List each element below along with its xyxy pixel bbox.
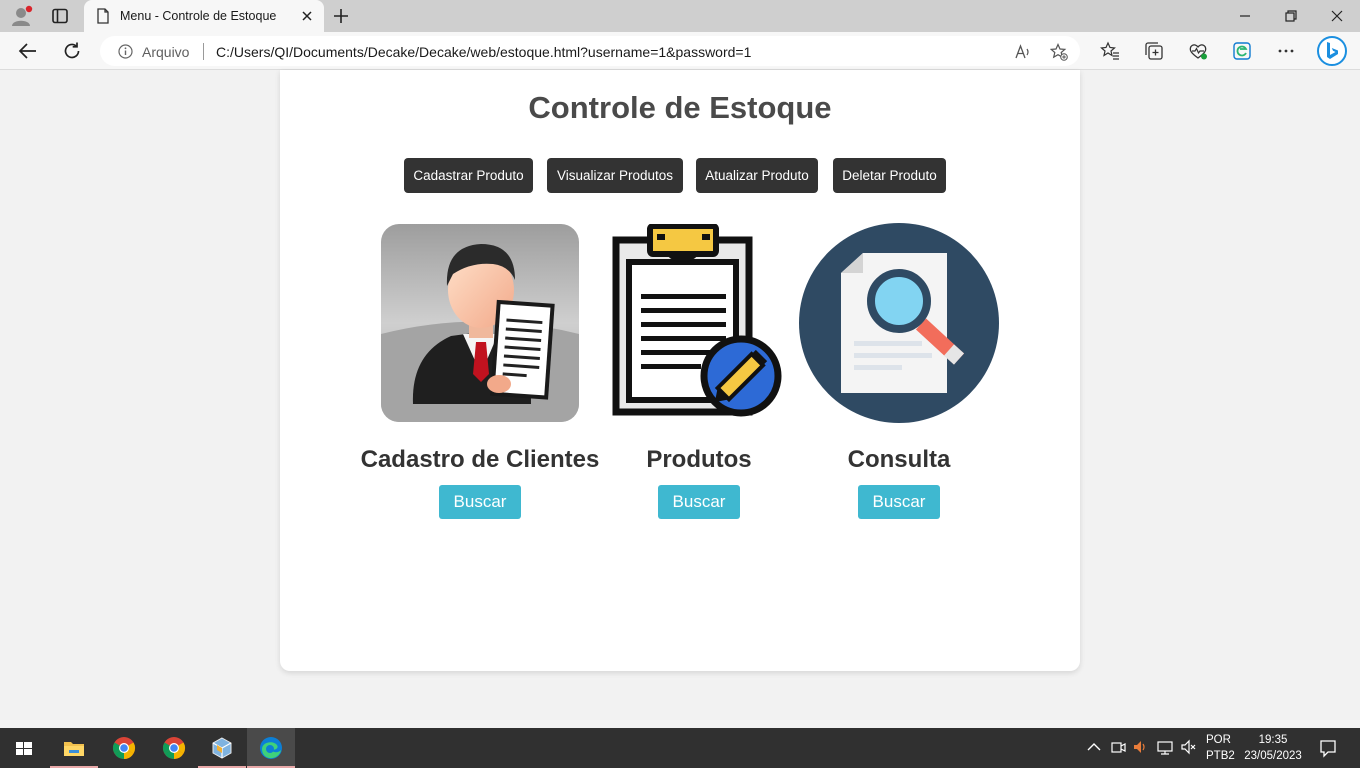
page-icon bbox=[96, 8, 110, 24]
clientes-section-title: Cadastro de Clientes bbox=[360, 446, 600, 473]
consulta-buscar-button[interactable]: Buscar bbox=[858, 485, 940, 519]
mute-icon[interactable] bbox=[1180, 738, 1198, 756]
volume-icon[interactable] bbox=[1131, 738, 1149, 756]
edge-icon[interactable] bbox=[247, 728, 295, 768]
browser-toolbar: Arquivo C:/Users/QI/Documents/Decake/Dec… bbox=[0, 32, 1360, 70]
notification-icon[interactable] bbox=[1318, 738, 1338, 758]
close-icon[interactable] bbox=[300, 9, 314, 23]
file-explorer-icon[interactable] bbox=[50, 728, 98, 768]
chevron-up-icon[interactable] bbox=[1085, 738, 1103, 756]
bing-icon[interactable] bbox=[1316, 35, 1348, 67]
products-clipboard-image bbox=[612, 223, 784, 420]
address-bar[interactable]: Arquivo C:/Users/QI/Documents/Decake/Dec… bbox=[100, 36, 1080, 66]
edge-bar-icon[interactable] bbox=[1232, 41, 1252, 61]
plus-icon[interactable] bbox=[332, 7, 350, 25]
url-text[interactable]: C:/Users/QI/Documents/Decake/Decake/web/… bbox=[216, 44, 751, 60]
language-code: POR bbox=[1206, 734, 1231, 746]
close-window-icon[interactable] bbox=[1314, 0, 1360, 32]
clock-time: 19:35 bbox=[1258, 734, 1288, 746]
chrome-icon[interactable] bbox=[100, 728, 148, 768]
virtualbox-icon[interactable] bbox=[198, 728, 246, 768]
back-arrow-icon[interactable] bbox=[17, 40, 39, 62]
chrome-icon[interactable] bbox=[150, 728, 198, 768]
minimize-icon[interactable] bbox=[1222, 0, 1268, 32]
active-tab[interactable]: Menu - Controle de Estoque bbox=[84, 0, 324, 32]
browser-tab-bar: Menu - Controle de Estoque bbox=[0, 0, 1360, 32]
produtos-buscar-button[interactable]: Buscar bbox=[658, 485, 740, 519]
keyboard-layout: PTB2 bbox=[1206, 750, 1235, 762]
reload-icon[interactable] bbox=[61, 40, 83, 62]
deletar-produto-button[interactable]: Deletar Produto bbox=[833, 158, 946, 193]
input-language[interactable]: POR PTB2 bbox=[1206, 732, 1235, 764]
meet-now-icon[interactable] bbox=[1109, 738, 1127, 756]
clock-date: 23/05/2023 bbox=[1244, 750, 1302, 762]
tab-actions-icon[interactable] bbox=[50, 8, 70, 24]
profile-icon[interactable] bbox=[10, 5, 34, 27]
page-title: Controle de Estoque bbox=[528, 90, 832, 125]
collections-icon[interactable] bbox=[1144, 41, 1164, 61]
clientes-buscar-button[interactable]: Buscar bbox=[439, 485, 521, 519]
read-aloud-icon[interactable] bbox=[1014, 43, 1032, 61]
info-icon[interactable] bbox=[118, 44, 133, 59]
tab-title: Menu - Controle de Estoque bbox=[120, 9, 277, 23]
consulta-section-title: Consulta bbox=[847, 446, 951, 473]
add-favorite-icon[interactable] bbox=[1049, 43, 1068, 61]
windows-start-icon[interactable] bbox=[0, 728, 48, 768]
system-clock[interactable]: 19:35 23/05/2023 bbox=[1240, 732, 1306, 764]
favorites-icon[interactable] bbox=[1100, 41, 1120, 61]
more-icon[interactable] bbox=[1276, 41, 1296, 61]
client-registration-image bbox=[381, 224, 579, 422]
cadastrar-produto-button[interactable]: Cadastrar Produto bbox=[404, 158, 533, 193]
address-divider bbox=[203, 43, 204, 60]
consultation-search-image bbox=[799, 223, 999, 423]
content-card: Controle de Estoque Cadastrar Produto Vi… bbox=[280, 70, 1080, 671]
windows-taskbar: POR PTB2 19:35 23/05/2023 bbox=[0, 728, 1360, 768]
restore-icon[interactable] bbox=[1268, 0, 1314, 32]
visualizar-produtos-button[interactable]: Visualizar Produtos bbox=[547, 158, 683, 193]
atualizar-produto-button[interactable]: Atualizar Produto bbox=[696, 158, 818, 193]
address-scheme-label: Arquivo bbox=[142, 44, 190, 60]
performance-icon[interactable] bbox=[1188, 41, 1208, 61]
network-icon[interactable] bbox=[1156, 738, 1174, 756]
produtos-section-title: Produtos bbox=[646, 446, 752, 473]
